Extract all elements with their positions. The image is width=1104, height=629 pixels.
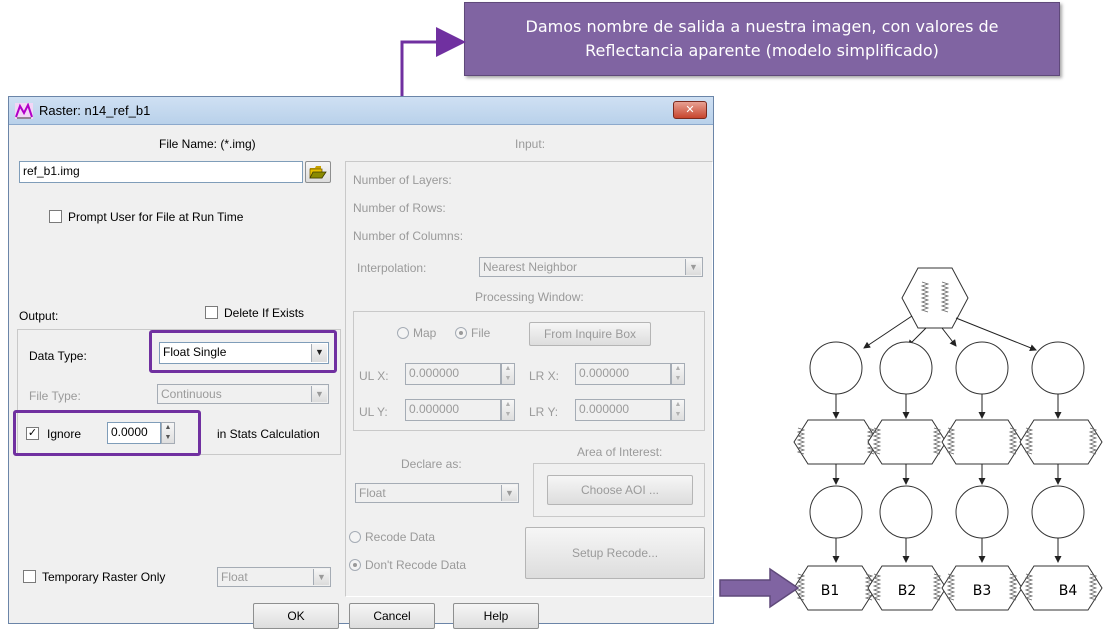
file-name-label: File Name: (*.img) bbox=[159, 137, 256, 151]
data-type-highlight bbox=[149, 330, 337, 373]
node-circle bbox=[809, 485, 863, 539]
node-circle bbox=[1031, 341, 1085, 395]
middle-hexagon bbox=[793, 419, 879, 465]
node-circle bbox=[955, 485, 1009, 539]
connector-arrow bbox=[941, 327, 957, 347]
recode-data-label: Recode Data bbox=[365, 530, 436, 544]
chevron-down-icon: ▼ bbox=[313, 569, 329, 585]
ulx-label: UL X: bbox=[359, 369, 389, 383]
dont-recode-radio[interactable] bbox=[349, 559, 361, 571]
area-of-interest-label: Area of Interest: bbox=[577, 445, 663, 459]
interpolation-select[interactable]: Nearest Neighbor ▼ bbox=[479, 257, 703, 277]
band-label-b2: B2 bbox=[898, 583, 917, 599]
output-label: Output: bbox=[19, 309, 59, 323]
help-button[interactable]: Help bbox=[453, 603, 539, 629]
from-inquire-box-button[interactable]: From Inquire Box bbox=[529, 322, 651, 346]
number-of-rows-label: Number of Rows: bbox=[353, 201, 446, 215]
file-type-select[interactable]: Continuous ▼ bbox=[157, 384, 329, 404]
recode-data-radio[interactable] bbox=[349, 531, 361, 543]
declare-as-label: Declare as: bbox=[401, 457, 462, 471]
map-radio-label: Map bbox=[413, 326, 437, 340]
annotation-callout: Damos nombre de salida a nuestra imagen,… bbox=[464, 2, 1060, 76]
stats-calculation-label: in Stats Calculation bbox=[217, 427, 320, 441]
setup-recode-button[interactable]: Setup Recode... bbox=[525, 527, 705, 579]
chevron-down-icon: ▼ bbox=[685, 259, 701, 275]
ulx-spinner[interactable]: ▲ ▼ bbox=[501, 363, 515, 385]
file-type-value: Continuous bbox=[161, 387, 222, 401]
lry-input[interactable]: 0.000000 bbox=[575, 399, 671, 421]
node-circle bbox=[879, 485, 933, 539]
choose-aoi-button[interactable]: Choose AOI ... bbox=[547, 475, 693, 505]
node-circle bbox=[1031, 485, 1085, 539]
interpolation-value: Nearest Neighbor bbox=[483, 260, 578, 274]
title-bar: Raster: n14_ref_b1 ✕ bbox=[9, 97, 713, 125]
middle-hexagon bbox=[867, 419, 947, 465]
raster-dialog: Raster: n14_ref_b1 ✕ File Name: (*.img) … bbox=[8, 96, 714, 629]
map-radio[interactable] bbox=[397, 327, 409, 339]
file-type-label: File Type: bbox=[29, 389, 81, 403]
file-radio[interactable] bbox=[455, 327, 467, 339]
lrx-label: LR X: bbox=[529, 369, 560, 383]
middle-hexagon bbox=[941, 419, 1023, 465]
band-label-b4: B4 bbox=[1059, 583, 1078, 599]
close-button[interactable]: ✕ bbox=[673, 101, 707, 119]
chevron-down-icon: ▼ bbox=[501, 485, 517, 501]
lry-label: LR Y: bbox=[529, 405, 559, 419]
imagine-app-icon bbox=[15, 103, 33, 119]
declare-as-select[interactable]: Float ▼ bbox=[355, 483, 519, 503]
lrx-spinner[interactable]: ▲ ▼ bbox=[671, 363, 685, 385]
band-label-b1: B1 bbox=[821, 583, 840, 599]
cancel-button[interactable]: Cancel bbox=[349, 603, 435, 629]
node-circle bbox=[809, 341, 863, 395]
ulx-input[interactable]: 0.000000 bbox=[405, 363, 501, 385]
file-radio-label: File bbox=[471, 326, 491, 340]
node-circle bbox=[955, 341, 1009, 395]
file-name-input[interactable]: ref_b1.img bbox=[19, 161, 303, 183]
middle-hexagon bbox=[1019, 419, 1103, 465]
interpolation-label: Interpolation: bbox=[357, 261, 427, 275]
delete-if-exists-label: Delete If Exists bbox=[224, 306, 305, 320]
number-of-columns-label: Number of Columns: bbox=[353, 229, 464, 243]
ignore-highlight bbox=[13, 410, 201, 456]
folder-open-icon bbox=[309, 166, 327, 179]
callout-line-1: Damos nombre de salida a nuestra imagen,… bbox=[525, 17, 999, 36]
uly-input[interactable]: 0.000000 bbox=[405, 399, 501, 421]
temporary-raster-label: Temporary Raster Only bbox=[42, 570, 166, 584]
prompt-user-label: Prompt User for File at Run Time bbox=[68, 210, 244, 224]
block-arrow-icon bbox=[719, 567, 800, 609]
window-title: Raster: n14_ref_b1 bbox=[39, 103, 151, 118]
processing-window-label: Processing Window: bbox=[475, 290, 584, 304]
delete-if-exists-checkbox[interactable] bbox=[205, 306, 218, 319]
temporary-raster-value: Float bbox=[221, 570, 248, 584]
open-folder-button[interactable] bbox=[305, 161, 331, 183]
prompt-user-checkbox[interactable] bbox=[49, 210, 62, 223]
ok-button[interactable]: OK bbox=[253, 603, 339, 629]
callout-line-2: Reflectancia aparente (modelo simplifica… bbox=[585, 41, 939, 60]
temporary-raster-checkbox[interactable] bbox=[23, 570, 36, 583]
temporary-raster-select[interactable]: Float ▼ bbox=[217, 567, 331, 587]
input-header: Input: bbox=[515, 137, 546, 151]
band-label-b3: B3 bbox=[973, 583, 992, 599]
lry-spinner[interactable]: ▲ ▼ bbox=[671, 399, 685, 421]
dont-recode-label: Don't Recode Data bbox=[365, 558, 467, 572]
data-type-label: Data Type: bbox=[29, 349, 87, 363]
uly-label: UL Y: bbox=[359, 405, 388, 419]
declare-as-value: Float bbox=[359, 486, 386, 500]
lrx-input[interactable]: 0.000000 bbox=[575, 363, 671, 385]
chevron-down-icon: ▼ bbox=[311, 386, 327, 402]
connector-arrow bbox=[955, 317, 1037, 352]
uly-spinner[interactable]: ▲ ▼ bbox=[501, 399, 515, 421]
number-of-layers-label: Number of Layers: bbox=[353, 173, 452, 187]
close-icon: ✕ bbox=[685, 104, 695, 116]
node-circle bbox=[879, 341, 933, 395]
